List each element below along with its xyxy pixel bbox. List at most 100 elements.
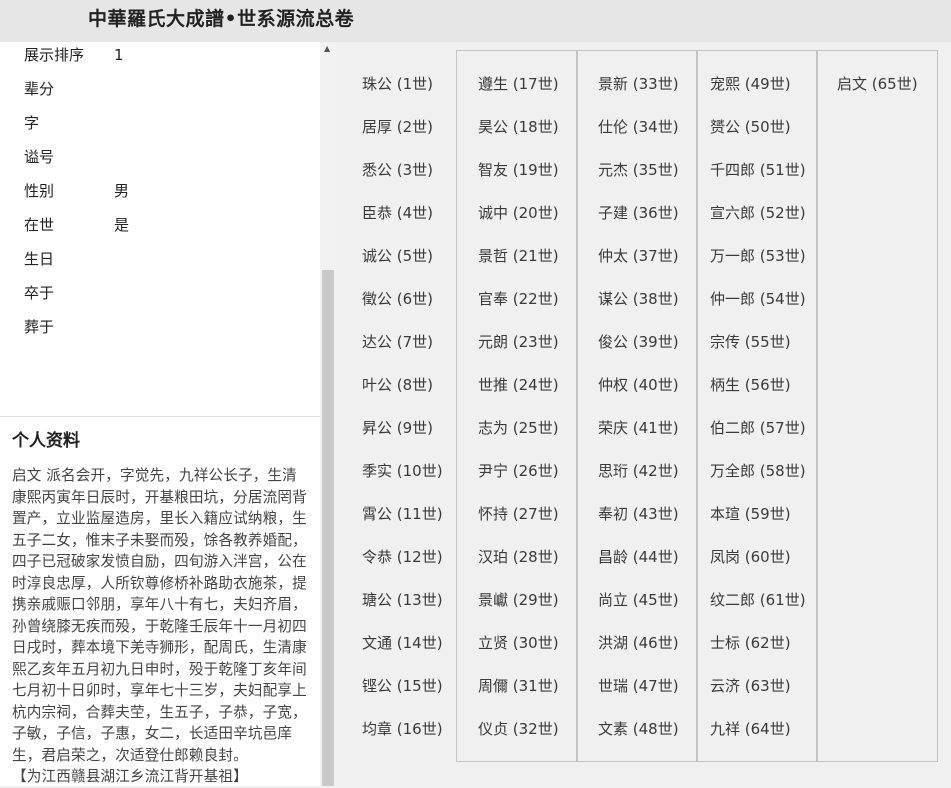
generation-column-border	[816, 50, 938, 762]
generation-item[interactable]: 官奉 (22世)	[478, 289, 559, 309]
field-label: 在世	[24, 216, 55, 234]
generation-item[interactable]: 奉初 (43世)	[598, 504, 679, 524]
generation-column-border	[696, 50, 818, 762]
field-value: 男	[114, 182, 130, 200]
generation-item[interactable]: 景哲 (21世)	[478, 246, 559, 266]
app-header: 中華羅氏大成譜•世系源流总卷	[0, 0, 951, 42]
field-value: 是	[114, 216, 130, 234]
scroll-up-arrow-icon[interactable]: ▲	[324, 44, 330, 53]
generation-item[interactable]: 伯二郎 (57世)	[710, 418, 806, 438]
generation-item[interactable]: 臣恭 (4世)	[362, 203, 433, 223]
generation-column-border	[456, 50, 578, 762]
field-label: 谥号	[24, 148, 55, 166]
generation-item[interactable]: 千四郎 (51世)	[710, 160, 806, 180]
generation-item[interactable]: 万全郎 (58世)	[710, 461, 806, 481]
generation-item[interactable]: 子建 (36世)	[598, 203, 679, 223]
profile-field-row: 生日	[24, 244, 114, 274]
generation-item[interactable]: 立贤 (30世)	[478, 633, 559, 653]
field-value: 1	[114, 46, 124, 64]
generation-item[interactable]: 仲太 (37世)	[598, 246, 679, 266]
generation-item[interactable]: 珠公 (1世)	[362, 74, 433, 94]
generation-item[interactable]: 铿公 (15世)	[362, 676, 443, 696]
profile-field-row: 展示排序 1	[24, 40, 124, 70]
field-label: 字	[24, 114, 40, 132]
generation-item[interactable]: 诚中 (20世)	[478, 203, 559, 223]
generation-item[interactable]: 云济 (63世)	[710, 676, 791, 696]
generation-item[interactable]: 景新 (33世)	[598, 74, 679, 94]
generation-item[interactable]: 士标 (62世)	[710, 633, 791, 653]
generation-item[interactable]: 令恭 (12世)	[362, 547, 443, 567]
biography-text: 启文 派名会开，字觉先，九祥公长子，生清康熙丙寅年日辰时，开基粮田坑，分居流罔背…	[12, 465, 310, 788]
generation-item[interactable]: 昇公 (9世)	[362, 418, 433, 438]
generation-item[interactable]: 文通 (14世)	[362, 633, 443, 653]
generation-item[interactable]: 遵生 (17世)	[478, 74, 559, 94]
biography-note: 【为江西赣县湖江乡流江背开基祖】	[12, 768, 248, 785]
generation-item[interactable]: 宣六郎 (52世)	[710, 203, 806, 223]
generation-item[interactable]: 仕伦 (34世)	[598, 117, 679, 137]
field-label: 辈分	[24, 80, 55, 98]
field-label: 葬于	[24, 318, 55, 336]
generation-item[interactable]: 思珩 (42世)	[598, 461, 679, 481]
generation-item[interactable]: 文素 (48世)	[598, 719, 679, 739]
divider	[0, 416, 320, 417]
generation-item[interactable]: 季实 (10世)	[362, 461, 443, 481]
profile-scrollbar[interactable]: ▲	[320, 42, 336, 786]
generation-item[interactable]: 景巘 (29世)	[478, 590, 559, 610]
generation-item[interactable]: 叶公 (8世)	[362, 375, 433, 395]
generation-item[interactable]: 元杰 (35世)	[598, 160, 679, 180]
generation-column-border	[576, 50, 698, 762]
generation-item[interactable]: 荣庆 (41世)	[598, 418, 679, 438]
generation-item[interactable]: 九祥 (64世)	[710, 719, 791, 739]
generation-item[interactable]: 世瑞 (47世)	[598, 676, 679, 696]
generation-item[interactable]: 徵公 (6世)	[362, 289, 433, 309]
generation-item[interactable]: 谋公 (38世)	[598, 289, 679, 309]
generation-item[interactable]: 悉公 (3世)	[362, 160, 433, 180]
field-label: 卒于	[24, 284, 55, 302]
generation-item[interactable]: 仲一郎 (54世)	[710, 289, 806, 309]
profile-field-row: 字	[24, 108, 114, 138]
profile-field-row: 在世 是	[24, 210, 129, 240]
generation-item[interactable]: 居厚 (2世)	[362, 117, 433, 137]
generation-item[interactable]: 志为 (25世)	[478, 418, 559, 438]
generation-item[interactable]: 怀持 (27世)	[478, 504, 559, 524]
profile-field-row: 性别 男	[24, 176, 129, 206]
generation-item[interactable]: 宗传 (55世)	[710, 332, 791, 352]
generation-item[interactable]: 昌龄 (44世)	[598, 547, 679, 567]
scrollbar-thumb[interactable]	[322, 270, 334, 786]
profile-field-row: 辈分	[24, 74, 114, 104]
generation-item[interactable]: 纹二郎 (61世)	[710, 590, 806, 610]
generation-item[interactable]: 元朗 (23世)	[478, 332, 559, 352]
generation-item[interactable]: 凤岗 (60世)	[710, 547, 791, 567]
generation-item[interactable]: 汉珀 (28世)	[478, 547, 559, 567]
generation-item[interactable]: 俊公 (39世)	[598, 332, 679, 352]
generation-item[interactable]: 赟公 (50世)	[710, 117, 791, 137]
generation-item[interactable]: 达公 (7世)	[362, 332, 433, 352]
generation-item[interactable]: 宠熙 (49世)	[710, 74, 791, 94]
profile-panel: 展示排序 1 辈分字谥号性别 男在世 是生日卒于葬于 个人资料 启文 派名会开，字觉先，…	[0, 42, 320, 786]
generation-item[interactable]: 柄生 (56世)	[710, 375, 791, 395]
generation-item[interactable]: 尹宁 (26世)	[478, 461, 559, 481]
generation-item[interactable]: 均章 (16世)	[362, 719, 443, 739]
section-title: 个人资料	[12, 431, 80, 451]
generation-item[interactable]: 本瑄 (59世)	[710, 504, 791, 524]
generation-item[interactable]: 万一郎 (53世)	[710, 246, 806, 266]
generation-item[interactable]: 周儞 (31世)	[478, 676, 559, 696]
generation-item[interactable]: 启文 (65世)	[837, 74, 918, 94]
generation-item[interactable]: 霄公 (11世)	[362, 504, 443, 524]
biography-body: 启文 派名会开，字觉先，九祥公长子，生清康熙丙寅年日辰时，开基粮田坑，分居流罔背…	[12, 467, 307, 764]
generation-item[interactable]: 诚公 (5世)	[362, 246, 433, 266]
generation-item[interactable]: 智友 (19世)	[478, 160, 559, 180]
generation-item[interactable]: 瑭公 (13世)	[362, 590, 443, 610]
generation-item[interactable]: 尚立 (45世)	[598, 590, 679, 610]
generation-item[interactable]: 仲权 (40世)	[598, 375, 679, 395]
field-label: 展示排序	[24, 46, 85, 64]
generation-item[interactable]: 昊公 (18世)	[478, 117, 559, 137]
profile-field-row: 卒于	[24, 278, 114, 308]
page-title: 中華羅氏大成譜•世系源流总卷	[88, 8, 355, 30]
generation-item[interactable]: 世推 (24世)	[478, 375, 559, 395]
generation-item[interactable]: 洪湖 (46世)	[598, 633, 679, 653]
generation-lineage-area: 珠公 (1世) 居厚 (2世) 悉公 (3世) 臣恭 (4世) 诚公 (5世) 徵公 (6…	[336, 42, 951, 786]
field-label: 性别	[24, 182, 55, 200]
generation-item[interactable]: 仪贞 (32世)	[478, 719, 559, 739]
profile-field-row: 葬于	[24, 312, 114, 342]
